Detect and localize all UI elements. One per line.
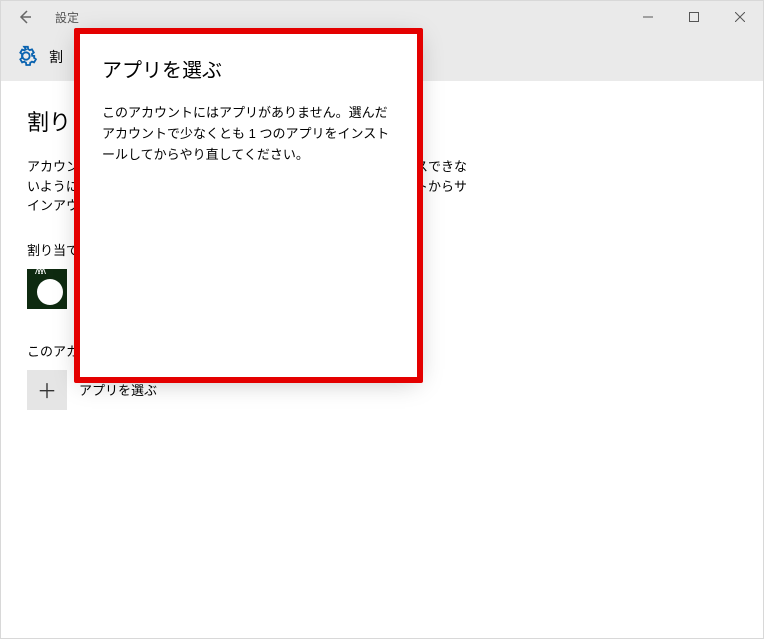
window-controls (625, 1, 763, 33)
maximize-icon (689, 12, 699, 22)
close-button[interactable] (717, 1, 763, 33)
gear-icon (15, 45, 37, 70)
back-button[interactable] (1, 1, 49, 33)
choose-app-flyout: アプリを選ぶ このアカウントにはアプリがありません。選んだアカウントで少なくとも… (80, 34, 417, 377)
minimize-icon (643, 12, 653, 22)
flyout-body: このアカウントにはアプリがありません。選んだアカウントで少なくとも 1 つのアプ… (102, 103, 395, 165)
back-arrow-icon (17, 9, 33, 25)
avatar-decoration-icon: ʌʌʌ (35, 266, 44, 277)
close-icon (735, 12, 745, 22)
settings-window: 設定 割 割り アカウンスできな いようにントからサ インアウ 割り当て ʌʌʌ… (0, 0, 764, 639)
flyout-title: アプリを選ぶ (102, 54, 395, 83)
header-label: 割 (49, 47, 63, 67)
avatar-circle-icon (37, 279, 63, 305)
minimize-button[interactable] (625, 1, 671, 33)
account-avatar[interactable]: ʌʌʌ (27, 269, 67, 309)
choose-app-label: アプリを選ぶ (79, 380, 157, 399)
window-title: 設定 (55, 9, 79, 26)
plus-icon: ＋ (37, 375, 57, 404)
maximize-button[interactable] (671, 1, 717, 33)
add-app-button[interactable]: ＋ (27, 370, 67, 410)
titlebar: 設定 (1, 1, 763, 33)
